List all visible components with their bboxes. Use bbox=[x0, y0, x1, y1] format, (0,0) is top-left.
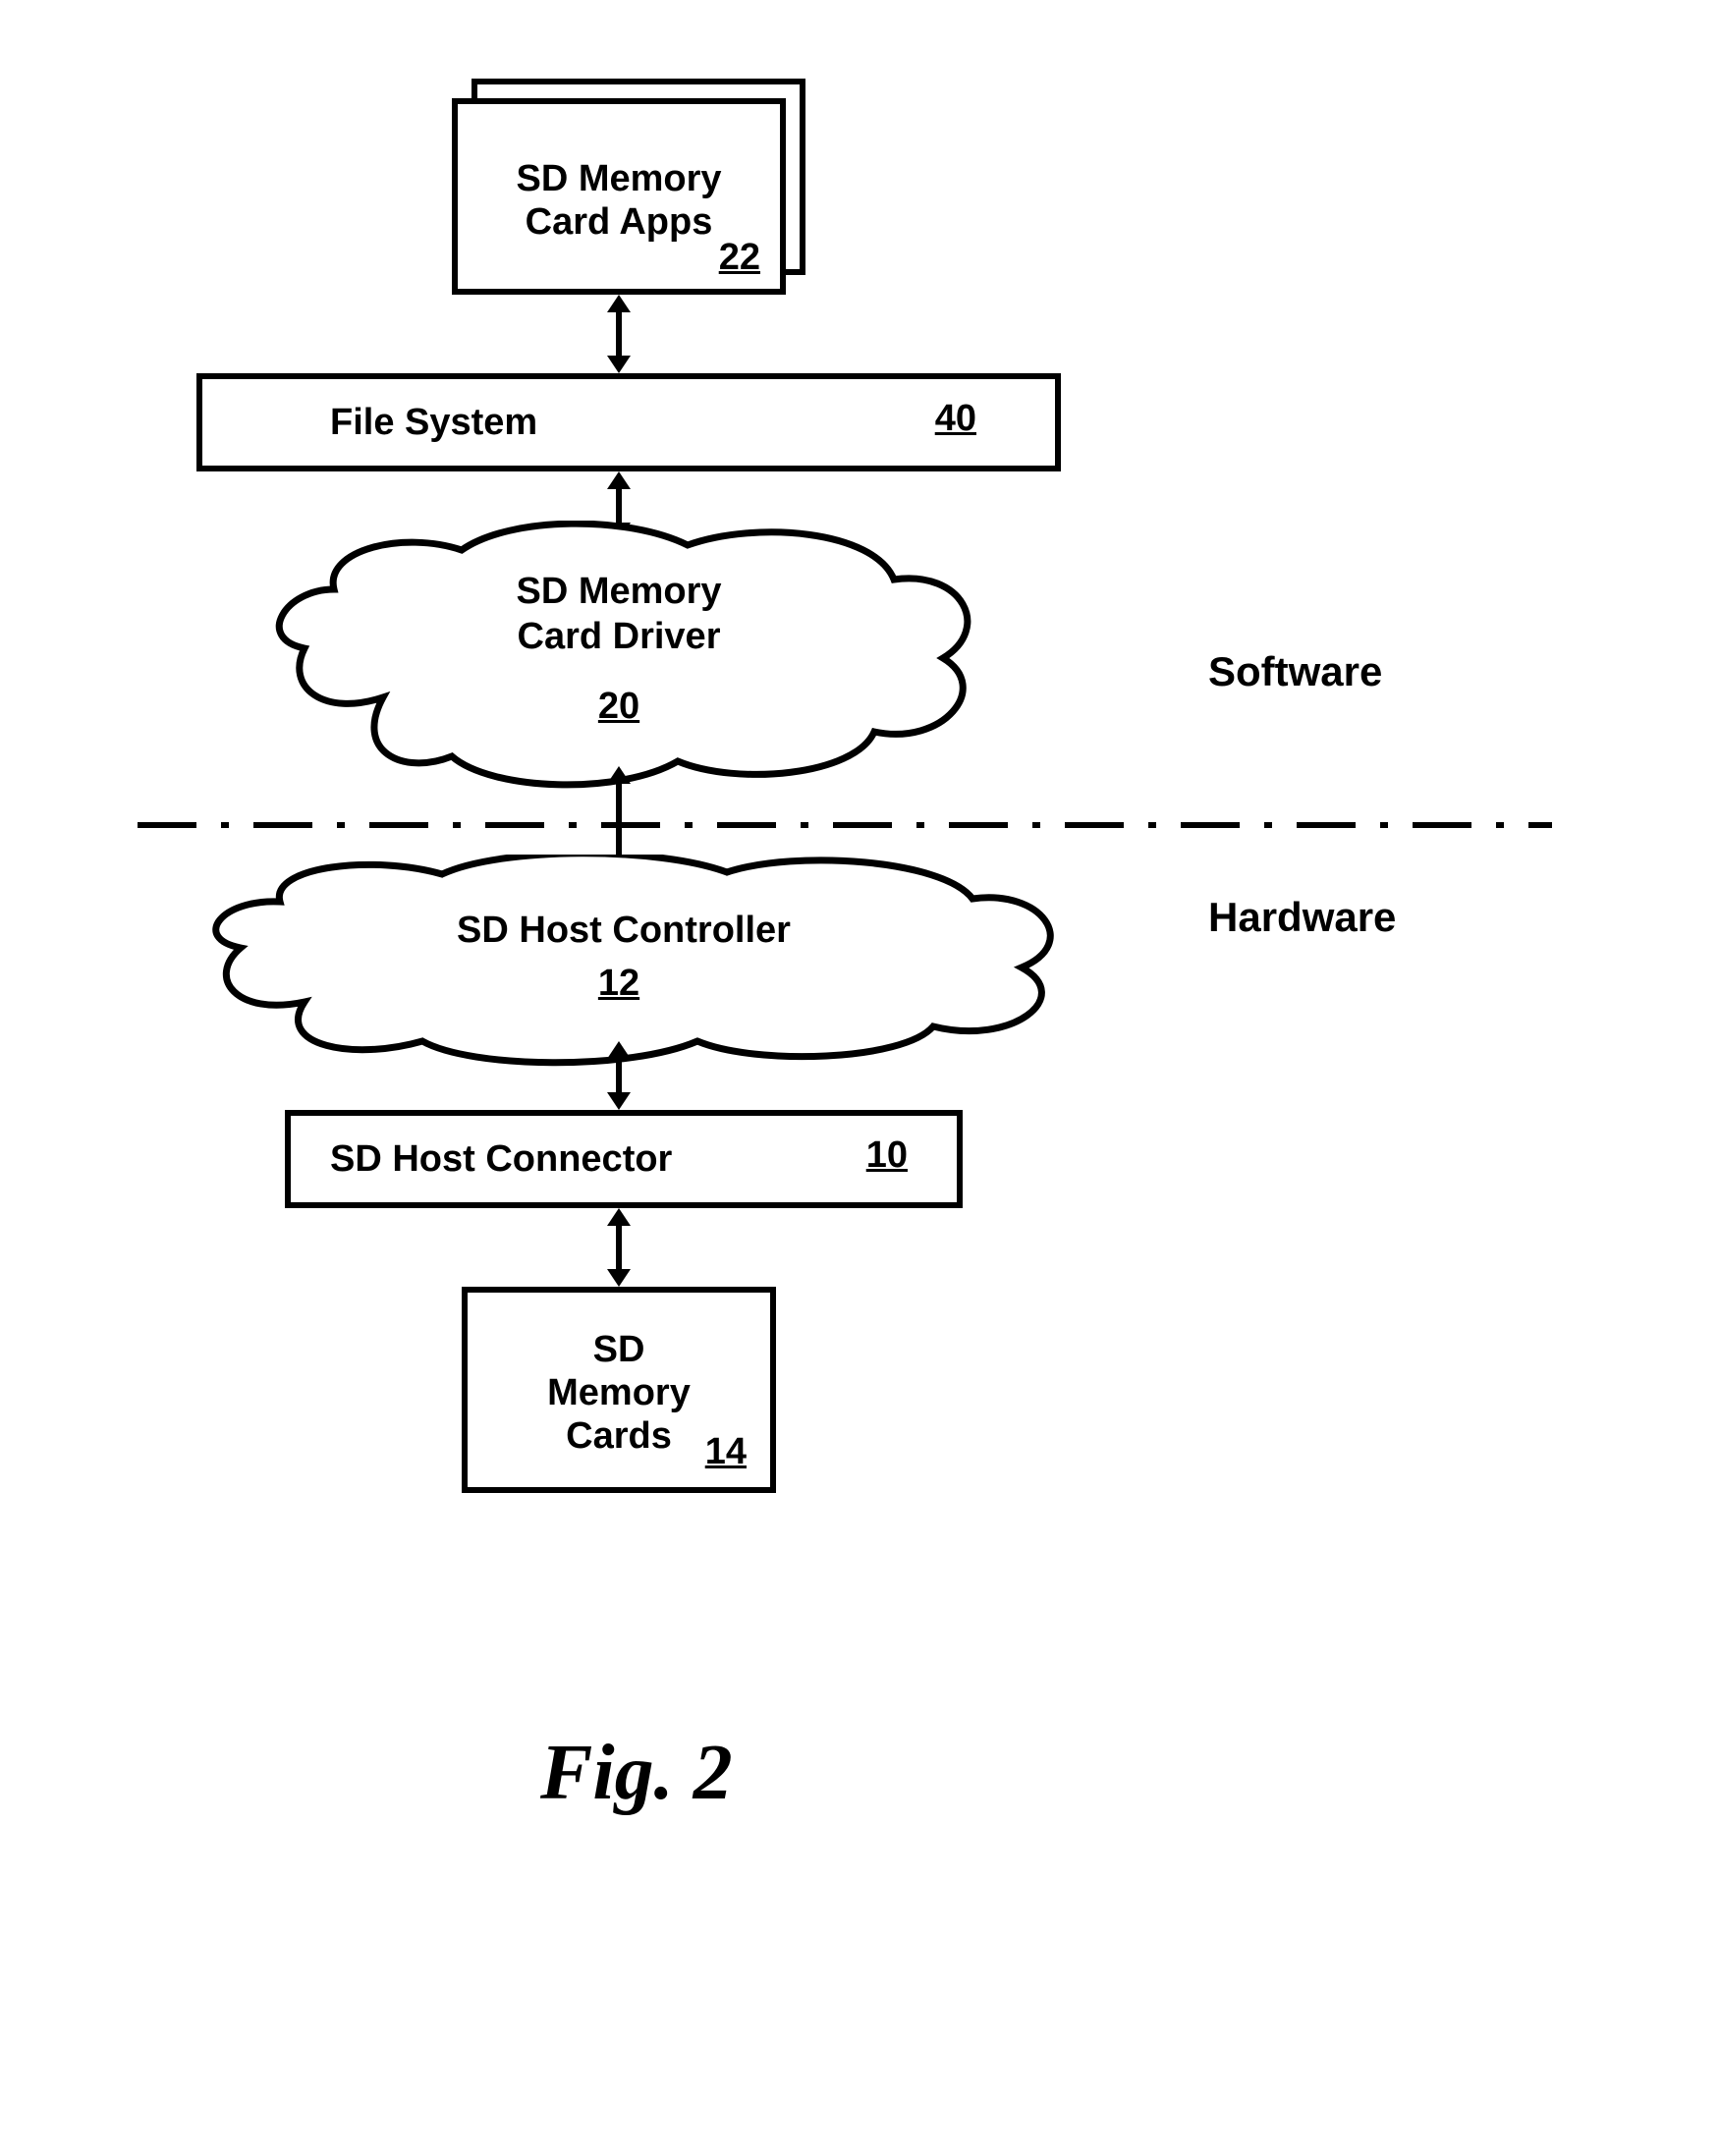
diagram-container: SD Memory Card Apps 22 File System 40 SD… bbox=[138, 79, 1581, 1945]
cards-num: 14 bbox=[705, 1431, 747, 1473]
file-system-box: File System 40 bbox=[196, 373, 1061, 471]
controller-label: SD Host Controller bbox=[378, 909, 869, 954]
software-label: Software bbox=[1208, 648, 1382, 695]
driver-label: SD Memory Card Driver bbox=[442, 570, 796, 659]
hardware-label: Hardware bbox=[1208, 894, 1396, 941]
separator-line bbox=[138, 820, 1552, 830]
apps-box: SD Memory Card Apps 22 bbox=[452, 98, 786, 295]
figure-caption: Fig. 2 bbox=[540, 1729, 733, 1818]
arrow-controller-connector bbox=[599, 1041, 638, 1110]
file-system-label: File System bbox=[330, 402, 537, 444]
cards-label: SD Memory Cards bbox=[547, 1329, 691, 1458]
driver-num: 20 bbox=[580, 686, 658, 728]
file-system-num: 40 bbox=[935, 398, 976, 440]
apps-label: SD Memory Card Apps bbox=[516, 158, 721, 244]
connector-num: 10 bbox=[866, 1134, 908, 1177]
connector-label: SD Host Connector bbox=[330, 1138, 672, 1181]
connector-box: SD Host Connector 10 bbox=[285, 1110, 963, 1208]
arrow-connector-cards bbox=[599, 1208, 638, 1287]
apps-num: 22 bbox=[719, 237, 760, 279]
controller-num: 12 bbox=[580, 963, 658, 1005]
arrow-apps-fs bbox=[599, 295, 638, 373]
cards-box: SD Memory Cards 14 bbox=[462, 1287, 776, 1493]
